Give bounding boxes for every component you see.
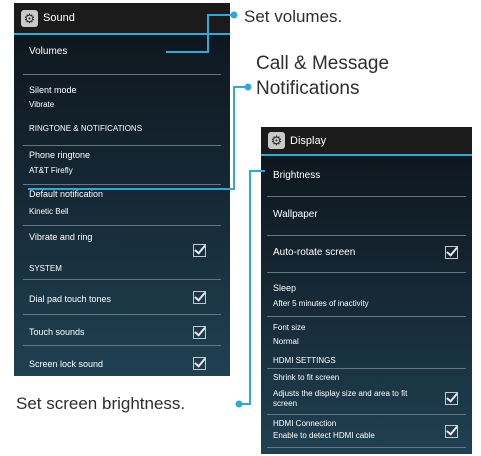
callout-dot bbox=[244, 83, 252, 91]
callout-line: Notifications bbox=[256, 77, 360, 99]
set-volumes-callout: Set volumes. bbox=[244, 7, 343, 26]
call-message-notifications-callout: Call & Message Notifications bbox=[256, 52, 389, 101]
callout-dot bbox=[235, 400, 243, 408]
callout-dot bbox=[230, 11, 238, 19]
callout-leader-lines bbox=[28, 11, 265, 408]
set-brightness-callout: Set screen brightness. bbox=[16, 394, 186, 413]
callout-line: Call & Message bbox=[256, 53, 390, 74]
